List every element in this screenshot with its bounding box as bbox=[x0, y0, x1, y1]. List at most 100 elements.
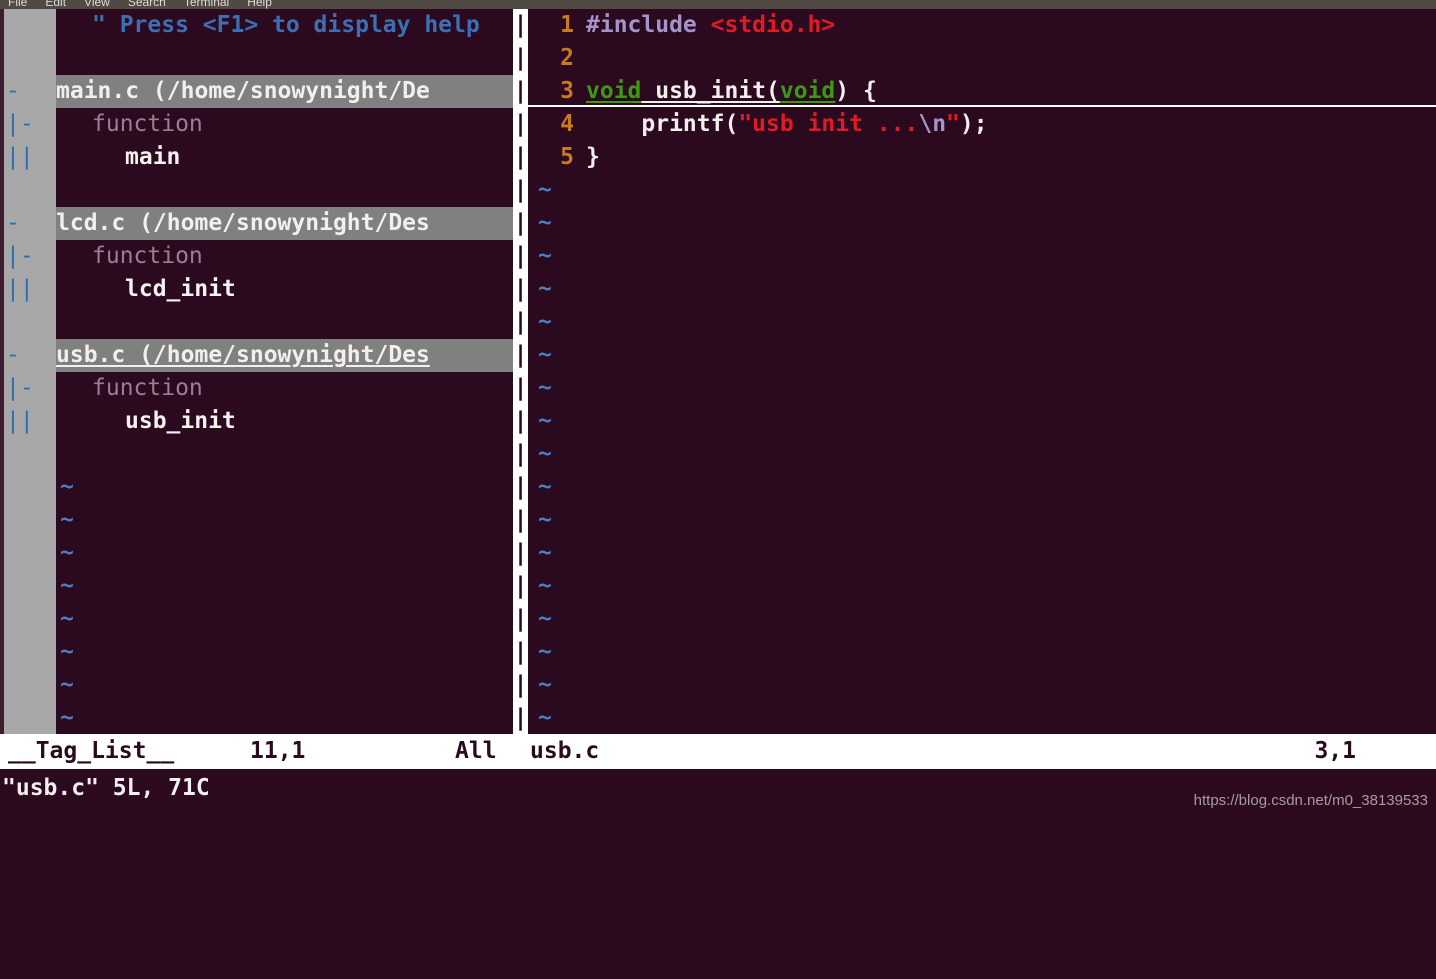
taglist-fold-marker[interactable] bbox=[4, 669, 56, 702]
command-line[interactable]: "usb.c" 5L, 71C https://blog.csdn.net/m0… bbox=[0, 769, 1436, 813]
taglist-row[interactable] bbox=[4, 174, 513, 207]
editor-tilde-marker: ~ bbox=[538, 375, 552, 401]
taglist-fold-marker[interactable]: |- bbox=[4, 372, 56, 405]
taglist-row[interactable]: ~ bbox=[4, 636, 513, 669]
taglist-row[interactable]: ~ bbox=[4, 603, 513, 636]
taglist-row[interactable]: ~ bbox=[4, 537, 513, 570]
taglist-fold-marker[interactable]: |- bbox=[4, 108, 56, 141]
editor-empty-line: ~ bbox=[528, 339, 1436, 372]
taglist-fold-marker[interactable]: |- bbox=[4, 240, 56, 273]
taglist-fold-marker[interactable] bbox=[4, 9, 56, 42]
editor-line-number: 3 bbox=[560, 78, 574, 104]
menu-item-file[interactable]: File bbox=[8, 0, 27, 9]
taglist-row[interactable]: ~ bbox=[4, 504, 513, 537]
taglist-file-header[interactable]: lcd.c (/home/snowynight/Des bbox=[56, 207, 513, 240]
taglist-fold-marker[interactable] bbox=[4, 570, 56, 603]
taglist-row[interactable] bbox=[4, 42, 513, 75]
taglist-fold-marker[interactable] bbox=[4, 174, 56, 207]
editor-tilde-marker: ~ bbox=[538, 441, 552, 467]
taglist-row[interactable]: ~ bbox=[4, 669, 513, 702]
taglist-fold-marker[interactable] bbox=[4, 537, 56, 570]
taglist-row[interactable]: - main.c (/home/snowynight/De bbox=[4, 75, 513, 108]
menu-item-search[interactable]: Search bbox=[128, 0, 166, 9]
editor-empty-line: ~ bbox=[528, 603, 1436, 636]
editor-tilde-marker: ~ bbox=[538, 639, 552, 665]
taglist-row[interactable]: - usb.c (/home/snowynight/Des bbox=[4, 339, 513, 372]
code-token: void bbox=[586, 78, 642, 104]
taglist-row[interactable]: |- function bbox=[4, 108, 513, 141]
split-bar-glyph: | bbox=[513, 672, 528, 698]
editor-tilde-marker: ~ bbox=[538, 606, 552, 632]
editor-pane[interactable]: 1 #include <stdio.h> 2 3 void usb_init(void)… bbox=[528, 9, 1436, 734]
taglist-row[interactable] bbox=[4, 306, 513, 339]
menu-item-terminal[interactable]: Terminal bbox=[184, 0, 229, 9]
taglist-fold-marker[interactable]: || bbox=[4, 141, 56, 174]
editor-empty-line: ~ bbox=[528, 273, 1436, 306]
taglist-empty-line: ~ bbox=[60, 540, 74, 566]
editor-line[interactable]: 3 void usb_init(void) { bbox=[528, 75, 1436, 108]
split-bar-glyph: | bbox=[513, 441, 528, 467]
taglist-tag-entry[interactable]: usb_init bbox=[56, 405, 236, 438]
taglist-tag-entry[interactable]: main bbox=[56, 141, 180, 174]
taglist-help-hint: " Press <F1> to display help bbox=[92, 12, 480, 38]
taglist-row[interactable]: || lcd_init bbox=[4, 273, 513, 306]
taglist-row[interactable]: " Press <F1> to display help bbox=[4, 9, 513, 42]
menu-bar: File Edit View Search Terminal Help bbox=[0, 0, 1436, 9]
taglist-file-header[interactable]: usb.c (/home/snowynight/Des bbox=[56, 339, 513, 372]
terminal-content: " Press <F1> to display help - main.c (/ho… bbox=[0, 9, 1436, 813]
taglist-fold-marker[interactable]: || bbox=[4, 405, 56, 438]
taglist-empty-line: ~ bbox=[60, 672, 74, 698]
taglist-row[interactable] bbox=[4, 438, 513, 471]
editor-tilde-marker: ~ bbox=[538, 705, 552, 731]
taglist-fold-marker[interactable] bbox=[4, 603, 56, 636]
taglist-row[interactable]: ~ bbox=[4, 702, 513, 734]
editor-empty-line: ~ bbox=[528, 504, 1436, 537]
taglist-fold-marker[interactable] bbox=[4, 636, 56, 669]
taglist-fold-marker[interactable]: - bbox=[4, 207, 56, 240]
taglist-fold-marker[interactable] bbox=[4, 702, 56, 734]
taglist-fold-marker[interactable] bbox=[4, 471, 56, 504]
split-bar-glyph: | bbox=[513, 639, 528, 665]
editor-empty-line: ~ bbox=[528, 570, 1436, 603]
taglist-row[interactable]: |- function bbox=[4, 240, 513, 273]
taglist-fold-marker[interactable] bbox=[4, 306, 56, 339]
taglist-fold-marker[interactable]: - bbox=[4, 75, 56, 108]
editor-tilde-marker: ~ bbox=[538, 177, 552, 203]
taglist-fold-marker[interactable] bbox=[4, 42, 56, 75]
taglist-fold-marker[interactable] bbox=[4, 504, 56, 537]
split-bar-glyph: | bbox=[513, 12, 528, 38]
editor-tilde-marker: ~ bbox=[538, 210, 552, 236]
editor-line[interactable]: 1 #include <stdio.h> bbox=[528, 9, 1436, 42]
taglist-empty-line: ~ bbox=[60, 639, 74, 665]
menu-item-view[interactable]: View bbox=[84, 0, 110, 9]
editor-line-code: printf("usb init ...\n"); bbox=[586, 108, 988, 141]
taglist-empty-line: ~ bbox=[60, 705, 74, 731]
taglist-fold-marker[interactable]: - bbox=[4, 339, 56, 372]
status-editor-position: 3,1 bbox=[1314, 738, 1356, 764]
split-bar-glyph: | bbox=[513, 144, 528, 170]
code-token: ); bbox=[959, 111, 988, 137]
editor-empty-line: ~ bbox=[528, 240, 1436, 273]
split-bar-glyph: | bbox=[513, 474, 528, 500]
editor-line[interactable]: 2 bbox=[528, 42, 1436, 75]
editor-empty-line: ~ bbox=[528, 636, 1436, 669]
taglist-empty-line: ~ bbox=[60, 507, 74, 533]
taglist-fold-marker[interactable]: || bbox=[4, 273, 56, 306]
split-bar-glyph: | bbox=[513, 45, 528, 71]
taglist-file-header[interactable]: main.c (/home/snowynight/De bbox=[56, 75, 513, 108]
editor-line-code: } bbox=[586, 141, 600, 174]
menu-item-edit[interactable]: Edit bbox=[45, 0, 66, 9]
taglist-row[interactable]: - lcd.c (/home/snowynight/Des bbox=[4, 207, 513, 240]
taglist-row[interactable]: || usb_init bbox=[4, 405, 513, 438]
taglist-tag-entry[interactable]: lcd_init bbox=[56, 273, 236, 306]
taglist-row[interactable]: ~ bbox=[4, 471, 513, 504]
taglist-row[interactable]: || main bbox=[4, 141, 513, 174]
editor-line[interactable]: 5} bbox=[528, 141, 1436, 174]
taglist-pane[interactable]: " Press <F1> to display help - main.c (/ho… bbox=[4, 9, 513, 734]
taglist-row[interactable]: |- function bbox=[4, 372, 513, 405]
taglist-fold-marker[interactable] bbox=[4, 438, 56, 471]
menu-item-help[interactable]: Help bbox=[247, 0, 272, 9]
editor-line[interactable]: 4 printf("usb init ...\n"); bbox=[528, 108, 1436, 141]
taglist-row[interactable]: ~ bbox=[4, 570, 513, 603]
vertical-split-separator[interactable]: | | | | | | | | | | | | | | | | | | | | | | bbox=[513, 9, 528, 734]
